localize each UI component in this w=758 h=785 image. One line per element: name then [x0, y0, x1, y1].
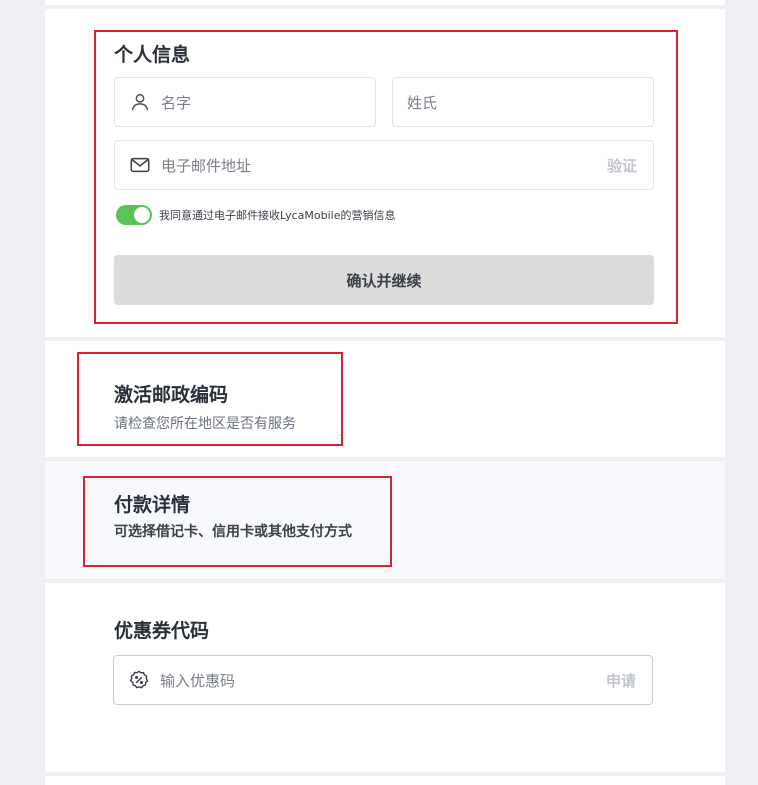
coupon-title: 优惠券代码: [114, 620, 210, 642]
email-placeholder: 电子邮件地址: [161, 156, 252, 175]
coupon-field[interactable]: 输入优惠码 申请: [113, 655, 653, 705]
toggle-knob: [134, 207, 150, 223]
first-name-placeholder: 名字: [161, 93, 192, 112]
apply-coupon-button[interactable]: 申请: [606, 670, 636, 691]
postcode-title[interactable]: 激活邮政编码: [114, 380, 228, 407]
confirm-continue-button[interactable]: 确认并继续: [114, 255, 654, 305]
personal-info-title: 个人信息: [114, 44, 191, 66]
payment-title[interactable]: 付款详情: [114, 490, 190, 517]
last-name-field[interactable]: 姓氏: [392, 77, 654, 127]
first-name-field[interactable]: 名字: [114, 77, 376, 127]
user-icon: [131, 93, 149, 111]
marketing-consent-toggle[interactable]: [116, 205, 152, 225]
marketing-consent-label: 我同意通过电子邮件接收LycaMobile的营销信息: [159, 209, 396, 222]
last-name-placeholder: 姓氏: [407, 93, 438, 112]
email-field[interactable]: 电子邮件地址 验证: [114, 140, 654, 190]
payment-subtitle: 可选择借记卡、信用卡或其他支付方式: [114, 524, 352, 540]
bottom-card-edge: [45, 776, 725, 785]
discount-badge-icon: [129, 670, 149, 689]
top-card-edge: [45, 0, 725, 5]
coupon-placeholder: 输入优惠码: [160, 671, 236, 690]
checkout-page: 个人信息 名字 姓氏 电子邮件地址 验证 我同意通过电子邮件接收LycaMobi…: [0, 0, 758, 785]
verify-button[interactable]: 验证: [607, 155, 637, 176]
postcode-subtitle: 请检查您所在地区是否有服务: [114, 416, 296, 432]
mail-icon: [130, 157, 150, 173]
